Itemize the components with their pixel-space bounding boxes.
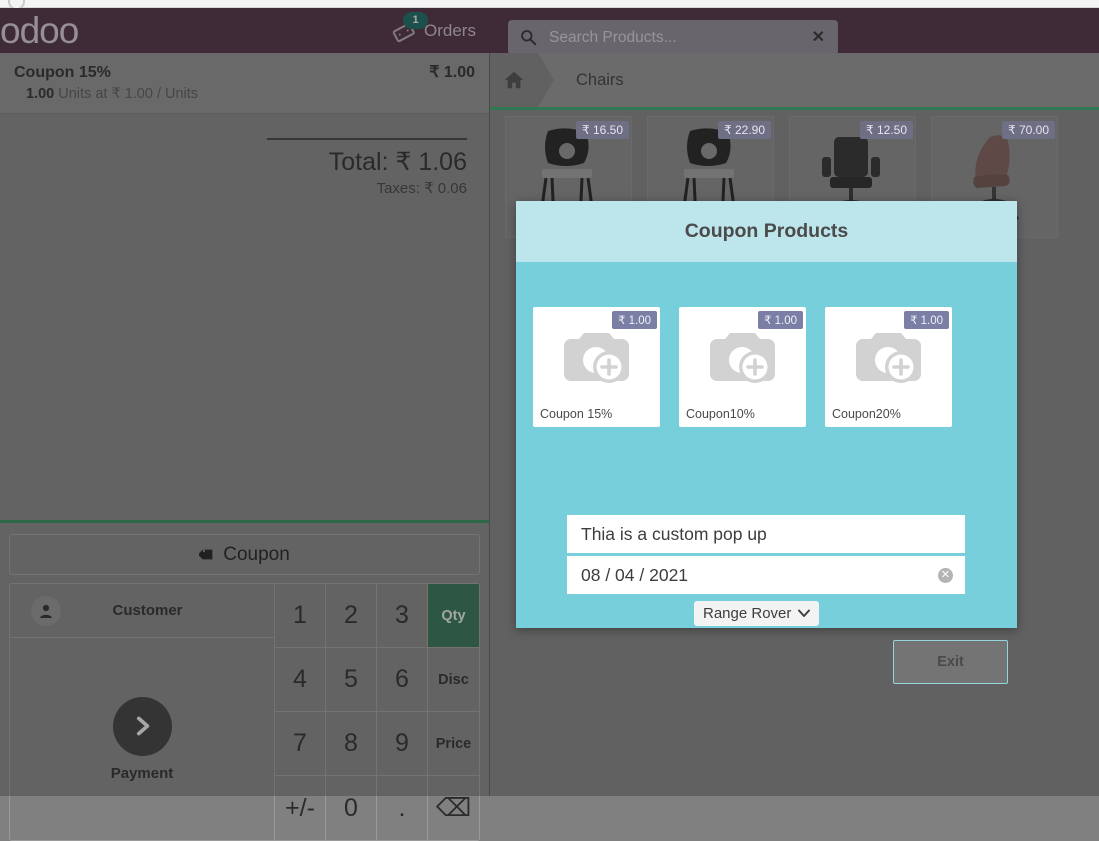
browser-chrome-strip [0,0,1099,10]
chevron-down-icon [798,609,811,617]
product-price: ₹ 70.00 [1002,121,1055,139]
custom-text-input[interactable] [567,515,965,553]
coupon-product-price: ₹ 1.00 [612,311,657,329]
clear-circle-icon[interactable]: ✕ [938,567,953,583]
image-placeholder-icon [533,319,660,399]
dialog-header: Coupon Products [516,201,1017,262]
coupon-product-card[interactable]: ₹ 1.00 Coupon20% [825,307,952,427]
coupon-product-name: Coupon 15% [540,407,613,421]
date-input-wrapper[interactable]: ✕ [567,556,965,594]
vehicle-select[interactable]: Range Rover [694,601,820,626]
coupon-product-price: ₹ 1.00 [758,311,803,329]
exit-button-label: Exit [937,654,964,670]
product-price: ₹ 22.90 [718,121,771,139]
dialog-body: ₹ 1.00 Coupon 15% ₹ 1.00 Coupon10% ₹ 1.00 Cou… [516,262,1017,684]
coupon-product-card[interactable]: ₹ 1.00 Coupon 15% [533,307,660,427]
coupon-product-price: ₹ 1.00 [904,311,949,329]
coupon-product-name: Coupon10% [686,407,755,421]
exit-button[interactable]: Exit [893,640,1008,684]
product-price: ₹ 16.50 [576,121,629,139]
dialog-title: Coupon Products [684,220,849,242]
coupon-product-card[interactable]: ₹ 1.00 Coupon10% [679,307,806,427]
coupon-product-name: Coupon20% [832,407,901,421]
pos-application: odoo 1 Orders ✕ [0,8,1099,841]
date-input[interactable] [567,557,938,593]
coupon-products-dialog: Coupon Products ₹ 1.00 Coupon 15% ₹ 1.00 Co… [516,201,1017,684]
image-placeholder-icon [679,319,806,399]
coupon-product-list: ₹ 1.00 Coupon 15% ₹ 1.00 Coupon10% ₹ 1.00 Cou… [533,307,1000,427]
vehicle-select-label: Range Rover [703,605,792,622]
image-placeholder-icon [825,319,952,399]
product-price: ₹ 12.50 [860,121,913,139]
